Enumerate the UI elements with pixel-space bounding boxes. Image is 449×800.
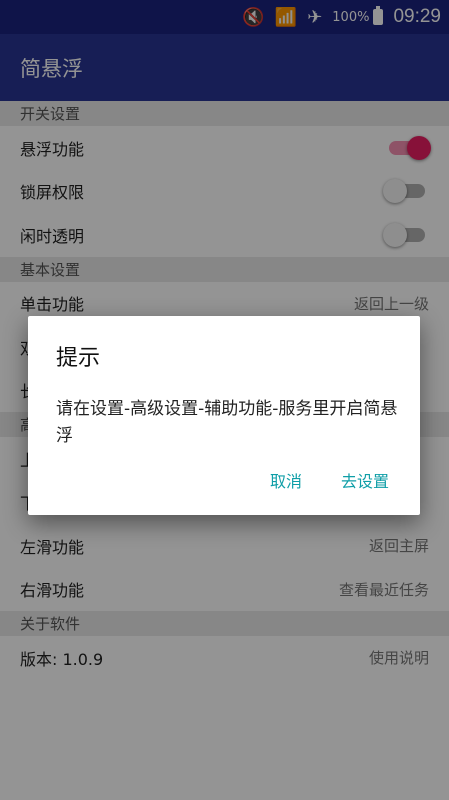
dialog-title: 提示 — [56, 346, 101, 371]
cancel-button[interactable]: 取消 — [270, 468, 302, 492]
dialog-message: 请在设置-高级设置-辅助功能-服务里开启简悬浮 — [56, 399, 398, 446]
go-to-settings-button[interactable]: 去设置 — [341, 468, 389, 492]
hint-dialog: 提示 请在设置-高级设置-辅助功能-服务里开启简悬浮 取消 去设置 — [28, 316, 420, 515]
